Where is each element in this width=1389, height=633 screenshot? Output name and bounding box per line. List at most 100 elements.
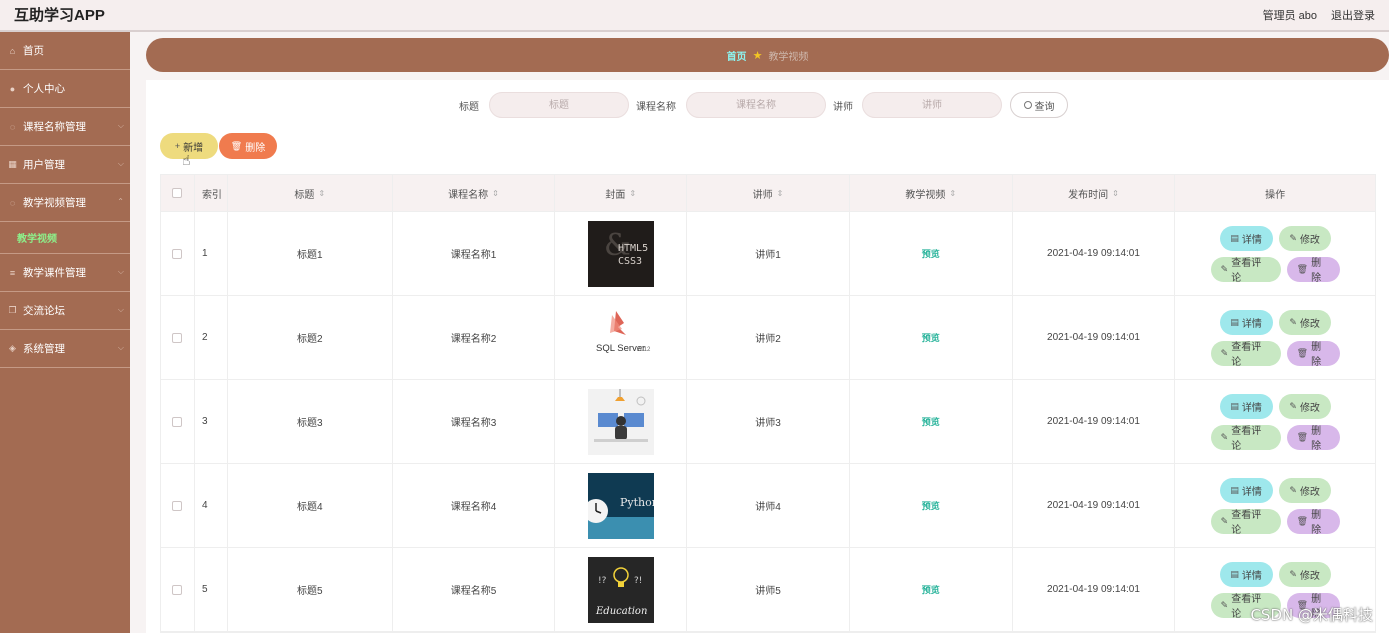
pencil-icon: ✎ (1220, 347, 1229, 358)
teacher-search-label: 讲师 (833, 102, 853, 113)
delete-row-button[interactable]: 🗑 删除 (1286, 424, 1340, 452)
edit-button[interactable]: ✎ 修改 (1278, 309, 1331, 335)
edit-button[interactable]: ✎ 修改 (1278, 561, 1331, 587)
view-comments-button[interactable]: ✎ 查看评论 (1210, 508, 1281, 536)
video-preview-link[interactable]: 预览 (922, 583, 940, 596)
row-course: 课程名称2 (393, 296, 556, 379)
detail-button[interactable]: ▤ 详情 (1219, 225, 1273, 251)
sidebar-item-personal-center[interactable]: ● 个人中心 (0, 70, 130, 108)
delete-row-button[interactable]: 🗑 删除 (1286, 340, 1340, 368)
batch-delete-button[interactable]: 🗑 删除 (219, 133, 277, 159)
row-select[interactable] (161, 464, 195, 547)
header-select-all[interactable] (161, 175, 195, 211)
search-icon (1023, 101, 1032, 109)
button-label: 修改 (1299, 402, 1320, 414)
chevron-down-icon: ⌵ (117, 343, 124, 352)
table-row: 1 标题1 课程名称1 & HTML5 CSS3 讲师1 预览 2021-04-… (161, 212, 1375, 296)
header-teacher[interactable]: 讲师 ⇕ (687, 175, 850, 211)
button-label: 详情 (1241, 234, 1262, 246)
delete-row-button[interactable]: 🗑 删除 (1286, 256, 1340, 284)
checkbox[interactable] (172, 332, 183, 343)
header-video[interactable]: 教学视频 ⇕ (850, 175, 1013, 211)
home-icon: ⌂ (9, 45, 16, 56)
pencil-icon: ✎ (1220, 431, 1229, 442)
svg-text:?!: ?! (634, 576, 642, 586)
sidebar-item-course-name-management[interactable]: ◌ 课程名称管理 ⌵ (0, 108, 130, 146)
title-search-label: 标题 (459, 102, 479, 113)
breadcrumb-home[interactable]: 首页 (727, 48, 747, 63)
sort-icon[interactable]: ⇕ (492, 189, 499, 198)
edit-button[interactable]: ✎ 修改 (1278, 477, 1331, 503)
edit-button[interactable]: ✎ 修改 (1278, 225, 1331, 251)
document-icon: ▤ (1230, 232, 1239, 243)
row-cover: & HTML5 CSS3 (555, 212, 688, 295)
teacher-search-input[interactable] (862, 92, 1002, 118)
checkbox[interactable] (172, 500, 183, 511)
sort-icon[interactable]: ⇕ (629, 189, 636, 198)
detail-button[interactable]: ▤ 详情 (1219, 393, 1273, 419)
search-bar: 标题 课程名称 讲师 查询 (146, 92, 1389, 118)
edit-button[interactable]: ✎ 修改 (1278, 393, 1331, 419)
title-search-input[interactable] (489, 92, 629, 118)
row-video: 预览 (850, 212, 1013, 295)
table-row: 3 标题3 课程名称3 讲师3 预览 2021-04-19 09:14:01 ▤… (161, 380, 1375, 464)
detail-button[interactable]: ▤ 详情 (1219, 561, 1273, 587)
sidebar-item-user-management[interactable]: ▦ 用户管理 ⌵ (0, 146, 130, 184)
detail-button[interactable]: ▤ 详情 (1219, 309, 1273, 335)
view-comments-button[interactable]: ✎ 查看评论 (1210, 340, 1281, 368)
view-comments-button[interactable]: ✎ 查看评论 (1210, 256, 1281, 284)
sort-icon[interactable]: ⇕ (1112, 189, 1119, 198)
sort-icon[interactable]: ⇕ (949, 189, 956, 198)
cover-text: Education (595, 606, 647, 617)
button-label: 详情 (1241, 486, 1262, 498)
header-label: 标题 (294, 189, 315, 201)
row-select[interactable] (161, 380, 195, 463)
sidebar-item-video-management[interactable]: ◌ 教学视频管理 ⌃ (0, 184, 130, 222)
query-button[interactable]: 查询 (1010, 92, 1068, 118)
header-time[interactable]: 发布时间 ⇕ (1013, 175, 1176, 211)
sort-icon[interactable]: ⇕ (318, 189, 325, 198)
delete-row-button[interactable]: 🗑 删除 (1286, 508, 1340, 536)
row-time: 2021-04-19 09:14:01 (1013, 548, 1176, 631)
row-select[interactable] (161, 296, 195, 379)
video-preview-link[interactable]: 预览 (922, 247, 940, 260)
trash-icon: 🗑 (1296, 263, 1309, 274)
admin-label: 管理员 abo (1262, 10, 1317, 22)
row-select[interactable] (161, 548, 195, 631)
row-time: 2021-04-19 09:14:01 (1013, 296, 1176, 379)
sidebar-item-label: 系统管理 (23, 343, 65, 355)
sidebar-item-courseware-management[interactable]: ≡ 教学课件管理 ⌵ (0, 254, 130, 292)
checkbox[interactable] (172, 584, 183, 595)
row-select[interactable] (161, 212, 195, 295)
row-cover: Python (555, 464, 688, 547)
checkbox[interactable] (172, 416, 183, 427)
sql-server-cover-image: SQL Server 2012 (587, 304, 654, 371)
checkbox[interactable] (172, 248, 183, 259)
row-teacher: 讲师2 (687, 296, 850, 379)
breadcrumb: 首页 ★ 教学视频 (146, 38, 1389, 72)
sidebar-item-forum[interactable]: ❐ 交流论坛 ⌵ (0, 292, 130, 330)
course-search-label: 课程名称 (636, 102, 676, 113)
sort-icon[interactable]: ⇕ (777, 189, 784, 198)
chevron-up-icon: ⌃ (117, 197, 124, 206)
header-title[interactable]: 标题 ⇕ (228, 175, 393, 211)
sidebar-item-system-management[interactable]: ◈ 系统管理 ⌵ (0, 330, 130, 368)
row-course: 课程名称1 (393, 212, 556, 295)
header-course[interactable]: 课程名称 ⇕ (393, 175, 556, 211)
video-preview-link[interactable]: 预览 (922, 331, 940, 344)
view-comments-button[interactable]: ✎ 查看评论 (1210, 424, 1281, 452)
header-cover[interactable]: 封面 ⇕ (555, 175, 688, 211)
cover-text: HTML5 (618, 243, 648, 254)
checkbox[interactable] (172, 188, 183, 198)
row-teacher: 讲师1 (687, 212, 850, 295)
pencil-icon: ✎ (1289, 400, 1297, 411)
detail-button[interactable]: ▤ 详情 (1219, 477, 1273, 503)
tag-icon: ◈ (9, 343, 16, 353)
video-preview-link[interactable]: 预览 (922, 499, 940, 512)
video-preview-link[interactable]: 预览 (922, 415, 940, 428)
sidebar-item-home[interactable]: ⌂ 首页 (0, 32, 130, 70)
course-search-input[interactable] (686, 92, 826, 118)
row-teacher: 讲师4 (687, 464, 850, 547)
logout-link[interactable]: 退出登录 (1331, 7, 1375, 23)
sidebar-subitem-teaching-video[interactable]: 教学视频 (0, 222, 130, 254)
